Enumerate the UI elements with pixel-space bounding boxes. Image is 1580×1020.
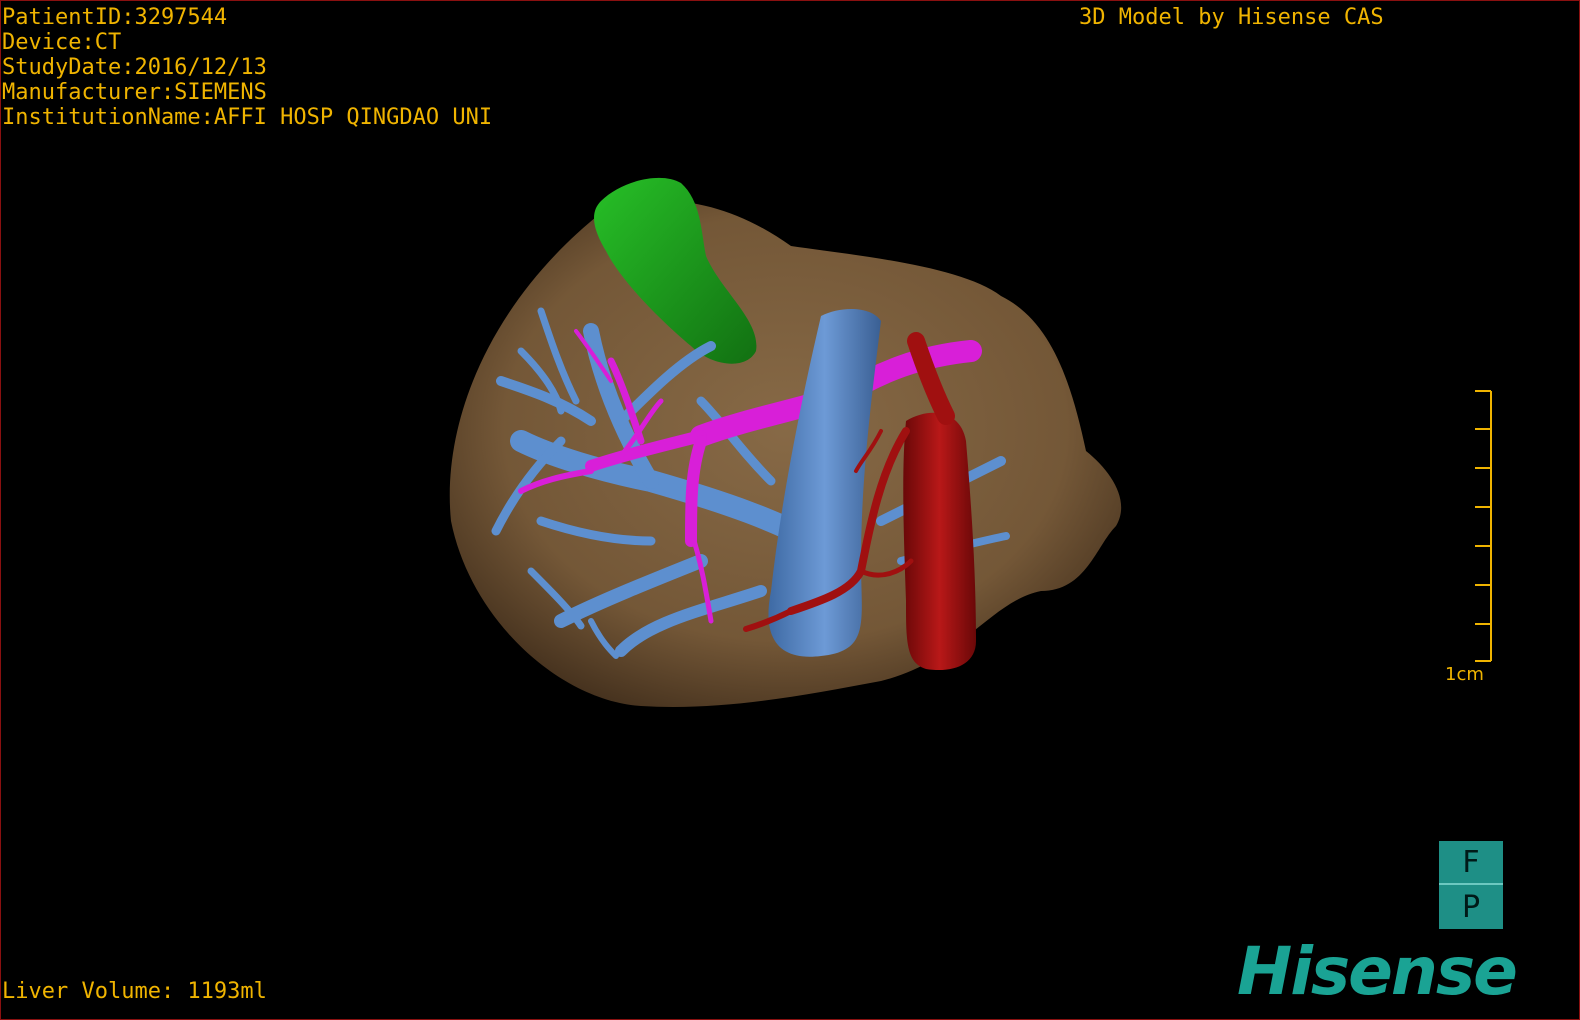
scale-bar-icon	[1475, 390, 1492, 662]
study-date: StudyDate:2016/12/13	[2, 55, 267, 80]
orientation-cube-icon[interactable]: F P	[1439, 841, 1503, 929]
orientation-posterior-label[interactable]: P	[1439, 885, 1503, 929]
scale-label: 1cm	[1445, 664, 1484, 685]
orientation-front-label[interactable]: F	[1439, 841, 1503, 885]
institution-name: InstitutionName:AFFI HOSP QINGDAO UNI	[2, 105, 493, 130]
patient-info: PatientID:3297544 Device:CT StudyDate:2016…	[2, 5, 492, 130]
device: Device:CT	[2, 30, 122, 55]
model-title: 3D Model by Hisense CAS	[1079, 5, 1384, 30]
patient-id: PatientID:3297544	[2, 5, 228, 30]
liver-volume: Liver Volume: 1193ml	[2, 979, 267, 1004]
liver-3d-model[interactable]	[1, 1, 1580, 1020]
manufacturer: Manufacturer:SIEMENS	[2, 80, 267, 105]
brand-logo: Hisense	[1237, 933, 1518, 1010]
aorta	[903, 412, 976, 671]
render-viewport[interactable]: PatientID:3297544 Device:CT StudyDate:2016…	[0, 0, 1580, 1020]
